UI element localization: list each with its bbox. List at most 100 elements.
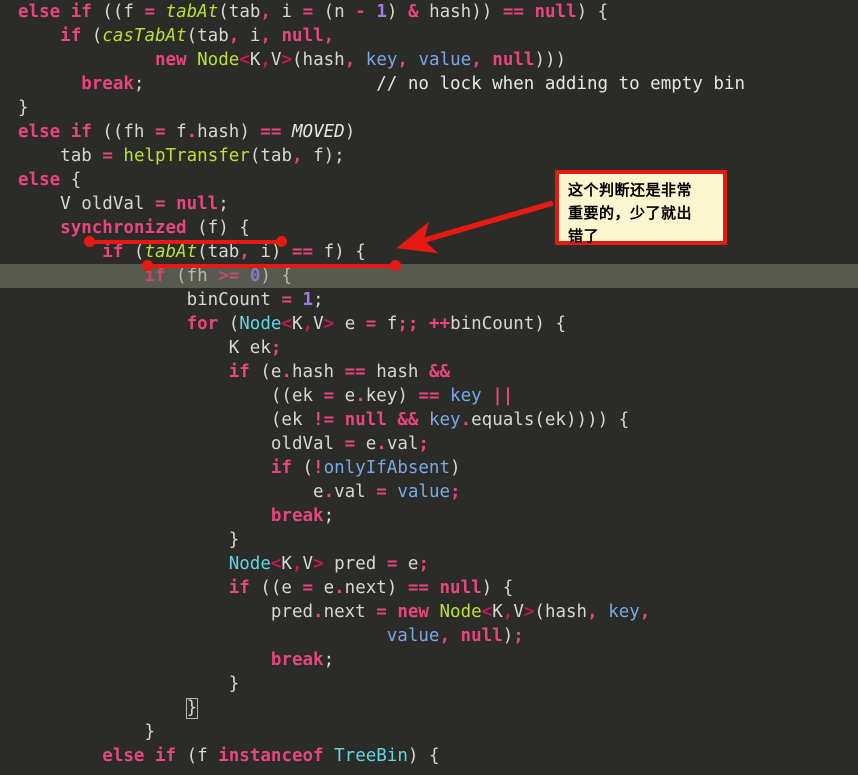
code-token: hash xyxy=(365,362,429,382)
code-line[interactable]: tab = helpTransfer(tab, f); xyxy=(0,144,858,168)
code-token: i xyxy=(270,2,303,22)
code-token: ; xyxy=(450,482,461,502)
code-token: ) xyxy=(502,626,514,646)
code-token: = xyxy=(302,2,314,22)
code-token: V xyxy=(513,602,524,622)
code-token: . xyxy=(460,410,472,430)
code-token: e xyxy=(334,314,366,334)
code-line[interactable]: Node<K,V> pred = e; xyxy=(0,552,858,576)
code-line[interactable]: else if ((f = tabAt(tab, i = (n - 1) & h… xyxy=(0,0,858,24)
code-line[interactable]: break; // no lock when adding to empty b… xyxy=(0,72,858,96)
code-token: (ek xyxy=(270,410,314,430)
code-token: next) xyxy=(344,578,408,598)
code-line[interactable]: if (fh >= 0) { xyxy=(0,264,858,288)
code-token: , xyxy=(439,626,450,646)
code-viewport[interactable]: else if ((f = tabAt(tab, i = (n - 1) & h… xyxy=(0,0,858,775)
code-token: ; xyxy=(513,626,524,646)
code-token: ) { xyxy=(481,578,514,598)
code-line[interactable]: new Node<K,V>(hash, key, value, null))) xyxy=(0,48,858,72)
code-token: V xyxy=(270,50,282,70)
code-token: pred xyxy=(270,602,314,622)
red-underline xyxy=(88,240,282,244)
code-token: if xyxy=(102,242,124,262)
code-token: e xyxy=(313,482,324,502)
code-line[interactable]: else { xyxy=(0,168,858,192)
code-line[interactable]: synchronized (f) { xyxy=(0,216,858,240)
code-token: oldVal xyxy=(270,434,345,454)
code-token: key xyxy=(365,50,398,70)
code-line[interactable]: if ((e = e.next) == null) { xyxy=(0,576,858,600)
code-token: (tab xyxy=(186,26,229,46)
code-token: break xyxy=(270,650,324,670)
code-token: } xyxy=(18,98,29,118)
code-token: null xyxy=(344,410,387,430)
code-line[interactable]: ((ek = e.key) == key || xyxy=(0,384,858,408)
code-line[interactable]: V oldVal = null; xyxy=(0,192,858,216)
code-line[interactable]: e.val = value; xyxy=(0,480,858,504)
code-token: ( xyxy=(291,458,314,478)
code-token: tabAt xyxy=(165,2,219,22)
code-line[interactable]: pred.next = new Node<K,V>(hash, key, xyxy=(0,600,858,624)
code-token: ( xyxy=(81,26,103,46)
code-line[interactable]: } xyxy=(0,696,858,720)
code-token: , xyxy=(323,26,335,46)
code-token: V xyxy=(313,314,324,334)
code-line[interactable]: binCount = 1; xyxy=(0,288,858,312)
code-token: (e xyxy=(249,362,282,382)
code-token: value xyxy=(418,50,472,70)
code-token: , xyxy=(397,50,408,70)
code-token: K xyxy=(249,50,261,70)
code-line[interactable]: K ek; xyxy=(0,336,858,360)
code-line[interactable]: if (casTabAt(tab, i, null, xyxy=(0,24,858,48)
code-line[interactable]: oldVal = e.val; xyxy=(0,432,858,456)
code-line[interactable]: } xyxy=(0,720,858,744)
code-token: ; xyxy=(334,146,345,166)
code-line[interactable]: break; xyxy=(0,504,858,528)
code-line[interactable]: value, null); xyxy=(0,624,858,648)
code-line[interactable]: } xyxy=(0,672,858,696)
code-line[interactable]: else if (f instanceof TreeBin) { xyxy=(0,744,858,768)
code-token: ; xyxy=(218,194,229,214)
code-line[interactable]: break; xyxy=(0,648,858,672)
annotation-note-box: 这个判断还是非常 重要的，少了就出 错了 xyxy=(555,170,727,245)
code-line[interactable]: if (!onlyIfAbsent) xyxy=(0,456,858,480)
code-token: 1 xyxy=(302,290,314,310)
code-token: == xyxy=(260,122,282,142)
code-token: else xyxy=(102,746,145,766)
code-token: null xyxy=(176,194,219,214)
code-token: ))) xyxy=(534,50,567,70)
code-token: Node xyxy=(439,602,482,622)
code-token: . xyxy=(186,122,198,142)
code-token: == xyxy=(292,242,314,262)
code-line[interactable]: } xyxy=(0,528,858,552)
code-line[interactable]: for (Node<K,V> e = f;; ++binCount) { xyxy=(0,312,858,336)
code-line[interactable]: else if ((fh = f.hash) == MOVED) xyxy=(0,120,858,144)
code-line[interactable]: } xyxy=(0,96,858,120)
code-token: Node xyxy=(228,554,271,574)
code-token: = xyxy=(365,314,377,334)
code-line[interactable]: if (e.hash == hash && xyxy=(0,360,858,384)
annotation-note-line-2: 重要的，少了就出 xyxy=(568,204,693,222)
code-token: = xyxy=(376,602,387,622)
code-line[interactable]: (ek != null && key.equals(ek)))) { xyxy=(0,408,858,432)
code-token: val xyxy=(334,482,377,502)
code-token: K xyxy=(291,314,303,334)
code-token: helpTransfer xyxy=(123,146,250,166)
